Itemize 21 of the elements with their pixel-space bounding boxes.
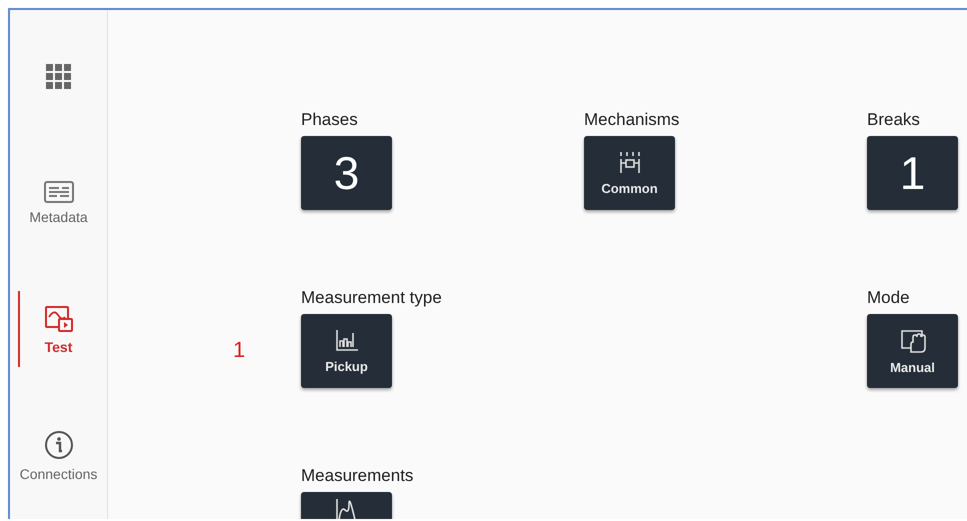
- setting-tile-button[interactable]: 3: [301, 136, 392, 210]
- annotation-number: 1: [233, 337, 246, 363]
- setting-tile-button[interactable]: Pickup: [301, 314, 392, 388]
- sidebar-item-label[interactable]: Test: [44, 338, 72, 355]
- info-icon[interactable]: [44, 430, 74, 460]
- setting-label: Measurements: [301, 466, 414, 486]
- touch-hand-icon: [898, 328, 926, 354]
- document-card-icon[interactable]: [44, 181, 74, 204]
- setting-label: Mechanisms: [584, 110, 680, 130]
- setting-label: Mode: [867, 288, 911, 308]
- sidebar-item-label[interactable]: Metadata: [29, 209, 88, 226]
- setting-tile-button[interactable]: Common: [584, 136, 675, 210]
- setting-label: Breaks: [867, 110, 921, 130]
- sidebar-item-label[interactable]: Connections: [20, 466, 98, 482]
- bar-chart-icon: [334, 328, 360, 352]
- setting-tile-button[interactable]: Manual: [867, 314, 958, 388]
- setting-label: Phases: [301, 110, 359, 130]
- setting-tile-button[interactable]: 1: [867, 136, 958, 210]
- setting-label: Measurement type: [301, 288, 443, 308]
- apps-grid-icon[interactable]: [44, 63, 72, 92]
- chart-play-icon[interactable]: [44, 304, 74, 333]
